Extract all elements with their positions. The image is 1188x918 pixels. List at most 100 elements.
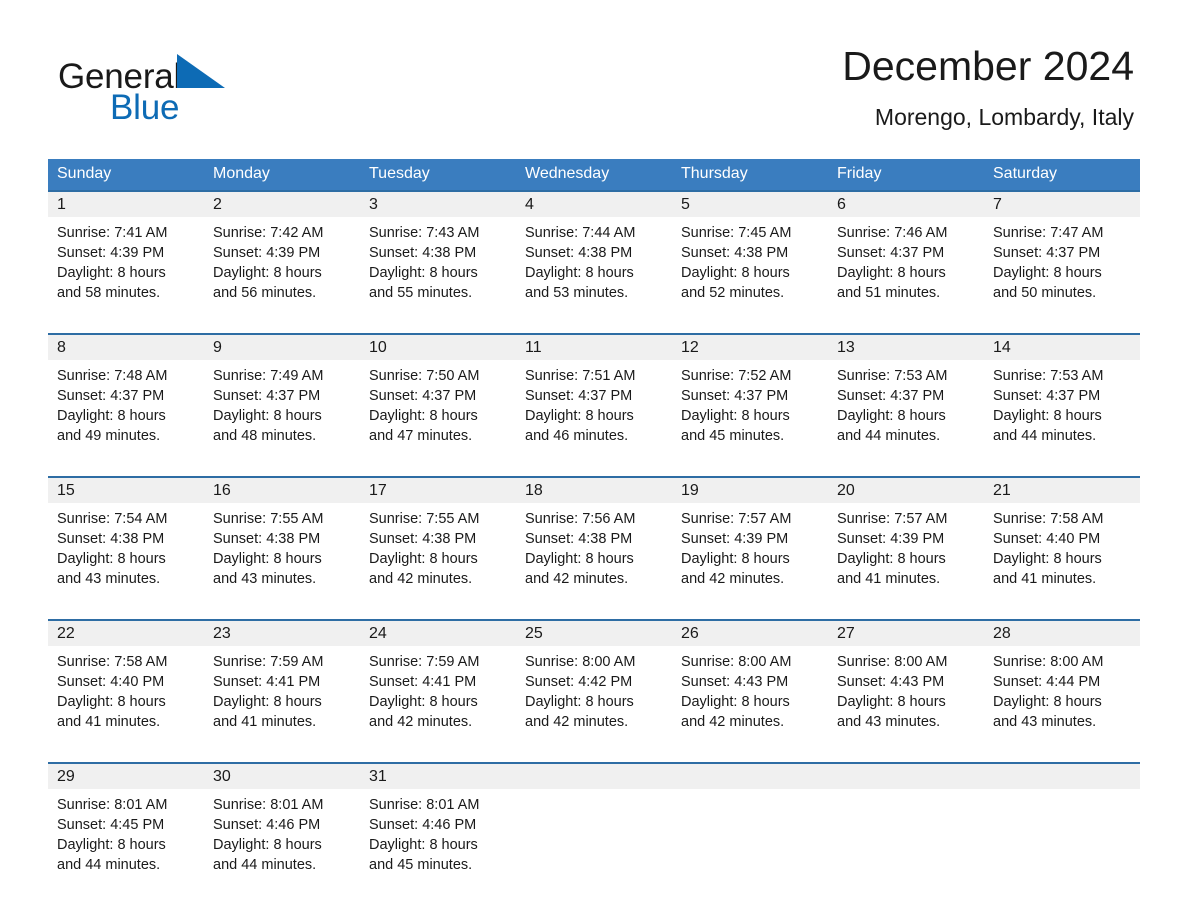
sunrise-text: Sunrise: 8:01 AM [369, 797, 480, 813]
day-cell[interactable]: 20 Sunrise: 7:57 AM Sunset: 4:39 PM Dayligh… [828, 476, 984, 612]
day-cell[interactable]: 10 Sunrise: 7:50 AM Sunset: 4:37 PM Dayligh… [360, 333, 516, 469]
day-cell[interactable]: 23 Sunrise: 7:59 AM Sunset: 4:41 PM Dayligh… [204, 619, 360, 755]
day-cell[interactable]: 24 Sunrise: 7:59 AM Sunset: 4:41 PM Dayligh… [360, 619, 516, 755]
day-cell[interactable]: 5 Sunrise: 7:45 AM Sunset: 4:38 PM Daylight… [672, 190, 828, 326]
day-cell[interactable]: 7 Sunrise: 7:47 AM Sunset: 4:37 PM Daylight… [984, 190, 1140, 326]
day-cell[interactable]: 28 Sunrise: 8:00 AM Sunset: 4:44 PM Dayligh… [984, 619, 1140, 755]
day-cell[interactable]: 26 Sunrise: 8:00 AM Sunset: 4:43 PM Dayligh… [672, 619, 828, 755]
day-details [828, 789, 984, 795]
weekday-header-monday: Monday [204, 159, 360, 191]
sunrise-text: Sunrise: 7:54 AM [57, 511, 168, 527]
day-cell[interactable]: 17 Sunrise: 7:55 AM Sunset: 4:38 PM Dayligh… [360, 476, 516, 612]
day-cell[interactable]: 31 Sunrise: 8:01 AM Sunset: 4:46 PM Dayligh… [360, 762, 516, 898]
day-details: Sunrise: 7:59 AM Sunset: 4:41 PM Daylight:… [360, 646, 516, 732]
sunrise-text: Sunrise: 7:42 AM [213, 225, 324, 241]
day-number: 18 [516, 478, 672, 503]
day-cell[interactable]: 29 Sunrise: 8:01 AM Sunset: 4:45 PM Dayligh… [48, 762, 204, 898]
day-details: Sunrise: 8:00 AM Sunset: 4:43 PM Daylight:… [828, 646, 984, 732]
daylight-text-line2: and 48 minutes. [213, 428, 317, 444]
sunrise-text: Sunrise: 7:56 AM [525, 511, 636, 527]
day-cell[interactable]: 25 Sunrise: 8:00 AM Sunset: 4:42 PM Dayligh… [516, 619, 672, 755]
day-details: Sunrise: 7:53 AM Sunset: 4:37 PM Daylight:… [984, 360, 1140, 446]
daylight-text-line2: and 44 minutes. [837, 428, 941, 444]
sunset-text: Sunset: 4:43 PM [681, 674, 789, 690]
day-cell[interactable]: 12 Sunrise: 7:52 AM Sunset: 4:37 PM Dayligh… [672, 333, 828, 469]
daylight-text-line2: and 44 minutes. [993, 428, 1097, 444]
day-number [672, 764, 828, 789]
day-cell[interactable]: 11 Sunrise: 7:51 AM Sunset: 4:37 PM Dayligh… [516, 333, 672, 469]
day-cell[interactable]: 6 Sunrise: 7:46 AM Sunset: 4:37 PM Daylight… [828, 190, 984, 326]
calendar-body: 1 Sunrise: 7:41 AM Sunset: 4:39 PM Daylight… [48, 190, 1140, 898]
sunset-text: Sunset: 4:39 PM [681, 531, 789, 547]
day-cell[interactable]: 22 Sunrise: 7:58 AM Sunset: 4:40 PM Dayligh… [48, 619, 204, 755]
day-cell[interactable]: 19 Sunrise: 7:57 AM Sunset: 4:39 PM Dayligh… [672, 476, 828, 612]
day-cell-empty [516, 762, 672, 898]
day-number: 25 [516, 621, 672, 646]
daylight-text-line1: Daylight: 8 hours [525, 408, 634, 424]
day-cell[interactable]: 8 Sunrise: 7:48 AM Sunset: 4:37 PM Daylight… [48, 333, 204, 469]
sunrise-text: Sunrise: 7:53 AM [837, 368, 948, 384]
sunset-text: Sunset: 4:41 PM [369, 674, 477, 690]
daylight-text-line2: and 58 minutes. [57, 285, 161, 301]
sunset-text: Sunset: 4:40 PM [993, 531, 1101, 547]
sunrise-text: Sunrise: 8:00 AM [525, 654, 636, 670]
daylight-text-line2: and 46 minutes. [525, 428, 629, 444]
day-number: 19 [672, 478, 828, 503]
day-cell[interactable]: 4 Sunrise: 7:44 AM Sunset: 4:38 PM Daylight… [516, 190, 672, 326]
week-spacer-cell [48, 755, 1140, 763]
daylight-text-line2: and 53 minutes. [525, 285, 629, 301]
day-details: Sunrise: 7:52 AM Sunset: 4:37 PM Daylight:… [672, 360, 828, 446]
day-cell[interactable]: 3 Sunrise: 7:43 AM Sunset: 4:38 PM Daylight… [360, 190, 516, 326]
day-cell[interactable]: 9 Sunrise: 7:49 AM Sunset: 4:37 PM Daylight… [204, 333, 360, 469]
daylight-text-line1: Daylight: 8 hours [57, 551, 166, 567]
daylight-text-line2: and 45 minutes. [369, 857, 473, 873]
day-number: 29 [48, 764, 204, 789]
day-number: 10 [360, 335, 516, 360]
sunrise-text: Sunrise: 7:51 AM [525, 368, 636, 384]
sunrise-text: Sunrise: 7:45 AM [681, 225, 792, 241]
daylight-text-line1: Daylight: 8 hours [213, 551, 322, 567]
day-details: Sunrise: 8:00 AM Sunset: 4:43 PM Daylight:… [672, 646, 828, 732]
week-spacer [48, 755, 1140, 763]
day-cell-empty [672, 762, 828, 898]
day-cell[interactable]: 21 Sunrise: 7:58 AM Sunset: 4:40 PM Dayligh… [984, 476, 1140, 612]
daylight-text-line2: and 43 minutes. [993, 714, 1097, 730]
day-cell[interactable]: 13 Sunrise: 7:53 AM Sunset: 4:37 PM Dayligh… [828, 333, 984, 469]
day-cell[interactable]: 16 Sunrise: 7:55 AM Sunset: 4:38 PM Dayligh… [204, 476, 360, 612]
calendar-page: General Blue December 2024 Morengo, Lomb… [0, 0, 1188, 918]
sunrise-text: Sunrise: 7:58 AM [57, 654, 168, 670]
sunset-text: Sunset: 4:37 PM [57, 388, 165, 404]
day-details: Sunrise: 7:48 AM Sunset: 4:37 PM Daylight:… [48, 360, 204, 446]
day-cell[interactable]: 1 Sunrise: 7:41 AM Sunset: 4:39 PM Daylight… [48, 190, 204, 326]
daylight-text-line2: and 41 minutes. [837, 571, 941, 587]
sunset-text: Sunset: 4:37 PM [525, 388, 633, 404]
daylight-text-line2: and 42 minutes. [525, 571, 629, 587]
daylight-text-line1: Daylight: 8 hours [57, 837, 166, 853]
daylight-text-line1: Daylight: 8 hours [837, 408, 946, 424]
sunset-text: Sunset: 4:38 PM [681, 245, 789, 261]
daylight-text-line1: Daylight: 8 hours [681, 408, 790, 424]
daylight-text-line1: Daylight: 8 hours [369, 265, 478, 281]
day-details: Sunrise: 7:55 AM Sunset: 4:38 PM Daylight:… [204, 503, 360, 589]
logo-triangle-icon [177, 54, 227, 107]
daylight-text-line2: and 41 minutes. [213, 714, 317, 730]
day-cell[interactable]: 14 Sunrise: 7:53 AM Sunset: 4:37 PM Dayligh… [984, 333, 1140, 469]
day-number: 22 [48, 621, 204, 646]
day-number: 5 [672, 192, 828, 217]
day-cell[interactable]: 30 Sunrise: 8:01 AM Sunset: 4:46 PM Dayligh… [204, 762, 360, 898]
day-number: 21 [984, 478, 1140, 503]
sunset-text: Sunset: 4:46 PM [213, 817, 321, 833]
sunset-text: Sunset: 4:41 PM [213, 674, 321, 690]
day-cell[interactable]: 27 Sunrise: 8:00 AM Sunset: 4:43 PM Dayligh… [828, 619, 984, 755]
daylight-text-line1: Daylight: 8 hours [369, 694, 478, 710]
week-row: 29 Sunrise: 8:01 AM Sunset: 4:45 PM Dayligh… [48, 762, 1140, 898]
daylight-text-line1: Daylight: 8 hours [213, 265, 322, 281]
week-row: 22 Sunrise: 7:58 AM Sunset: 4:40 PM Dayligh… [48, 619, 1140, 755]
daylight-text-line2: and 49 minutes. [57, 428, 161, 444]
day-cell[interactable]: 18 Sunrise: 7:56 AM Sunset: 4:38 PM Dayligh… [516, 476, 672, 612]
weekday-header-saturday: Saturday [984, 159, 1140, 191]
day-cell[interactable]: 15 Sunrise: 7:54 AM Sunset: 4:38 PM Dayligh… [48, 476, 204, 612]
day-number: 16 [204, 478, 360, 503]
logo-text-general: General [58, 57, 182, 96]
day-cell[interactable]: 2 Sunrise: 7:42 AM Sunset: 4:39 PM Daylight… [204, 190, 360, 326]
